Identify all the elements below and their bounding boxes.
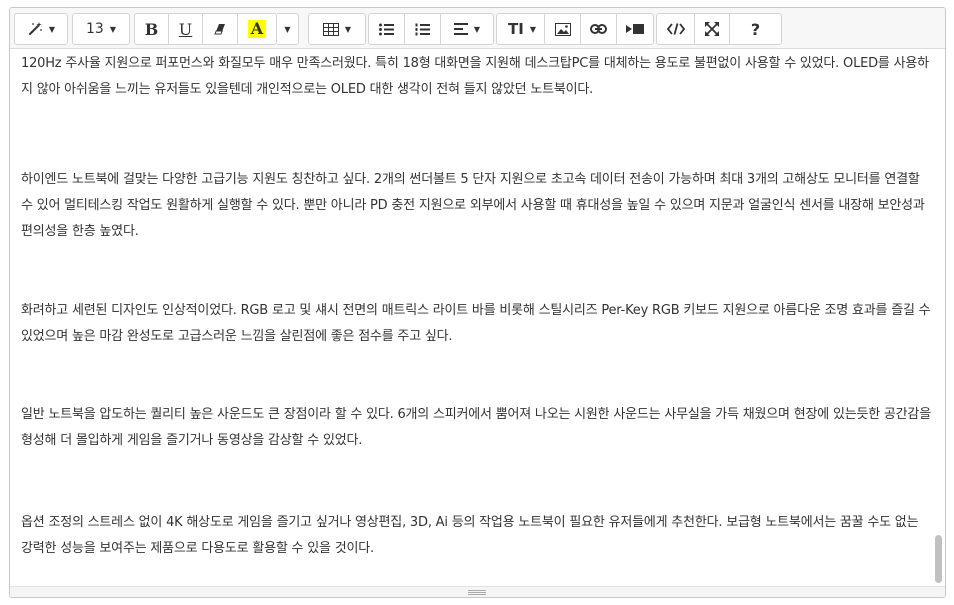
unordered-list-button[interactable] <box>369 14 405 44</box>
insert-video-button[interactable] <box>617 14 653 44</box>
ordered-list-button[interactable] <box>405 14 441 44</box>
chevron-down-icon: ▼ <box>48 24 56 34</box>
fullscreen-button[interactable] <box>695 14 730 44</box>
rich-text-editor: ▼ 13 ▼ B U A ▼ ▼ ▼ TI ▼ ? 120Hz 주사율 지원으로… <box>9 7 946 598</box>
font-color-caret-group: ▼ <box>277 13 299 45</box>
underline-button[interactable]: U <box>169 14 203 44</box>
insert-picture-button[interactable] <box>545 14 581 44</box>
align-dropdown-button[interactable]: ▼ <box>441 14 493 44</box>
chevron-down-icon: ▼ <box>473 24 481 34</box>
link-icon <box>590 24 607 34</box>
unordered-list-icon <box>379 23 394 36</box>
font-color-dropdown-button[interactable]: ▼ <box>277 14 298 44</box>
paragraph-group: ▼ <box>368 13 494 45</box>
table-button[interactable]: ▼ <box>309 14 365 44</box>
picture-icon <box>554 22 571 36</box>
font-color-button[interactable]: A <box>238 14 276 44</box>
paragraph: 화려하고 세련된 디자인도 인상적이었다. RGB 로고 및 섀시 전면의 매트… <box>21 303 931 344</box>
chevron-down-icon: ▼ <box>109 24 116 34</box>
table-group: ▼ <box>308 13 366 45</box>
style-group: ▼ <box>14 13 68 45</box>
editor-content[interactable]: 120Hz 주사율 지원으로 퍼포먼스와 화질모두 매우 만족스러웠다. 특히 … <box>10 49 933 586</box>
paragraph: 옵션 조정의 스트레스 없이 4K 해상도로 게임을 즐기고 싶거나 영상편집,… <box>21 515 919 556</box>
eraser-icon <box>213 22 227 36</box>
table-icon <box>322 22 339 36</box>
misc-group: ? <box>656 13 782 45</box>
editor-toolbar: ▼ 13 ▼ B U A ▼ ▼ ▼ TI ▼ ? <box>10 8 945 49</box>
text-size-group: TI ▼ <box>496 13 548 45</box>
text-size-label: TI <box>508 20 524 38</box>
clear-format-button[interactable] <box>203 14 238 44</box>
align-icon <box>453 23 468 35</box>
insert-link-button[interactable] <box>581 14 617 44</box>
font-size-dropdown[interactable]: 13 ▼ <box>73 14 129 44</box>
paragraph: 일반 노트북을 압도하는 퀄리티 높은 사운드도 큰 장점이라 할 수 있다. … <box>21 407 931 448</box>
chevron-down-icon: ▼ <box>344 24 352 34</box>
resize-grip-icon[interactable] <box>468 590 486 595</box>
code-view-icon <box>666 23 685 35</box>
paragraph: 120Hz 주사율 지원으로 퍼포먼스와 화질모두 매우 만족스러웠다. 특히 … <box>21 56 929 97</box>
format-group: B U A <box>134 13 277 45</box>
insert-group <box>544 13 654 45</box>
code-view-button[interactable] <box>657 14 695 44</box>
font-size-value: 13 <box>86 21 104 37</box>
video-icon <box>626 23 644 35</box>
magic-wand-icon <box>27 21 43 37</box>
font-size-group: 13 ▼ <box>72 13 130 45</box>
style-dropdown-button[interactable]: ▼ <box>15 14 67 44</box>
fullscreen-icon <box>705 22 719 36</box>
paragraph: 하이엔드 노트북에 걸맞는 다양한 고급기능 지원도 칭찬하고 싶다. 2개의 … <box>21 172 925 239</box>
help-button[interactable]: ? <box>730 14 781 44</box>
ordered-list-icon <box>415 23 430 36</box>
scrollbar-thumb[interactable] <box>935 535 942 583</box>
font-color-label: A <box>247 20 267 38</box>
text-size-dropdown[interactable]: TI ▼ <box>497 14 547 44</box>
vertical-scrollbar[interactable] <box>933 49 945 586</box>
bold-button[interactable]: B <box>135 14 169 44</box>
chevron-down-icon: ▼ <box>284 24 291 34</box>
resize-bar[interactable] <box>10 586 945 597</box>
chevron-down-icon: ▼ <box>529 24 536 34</box>
